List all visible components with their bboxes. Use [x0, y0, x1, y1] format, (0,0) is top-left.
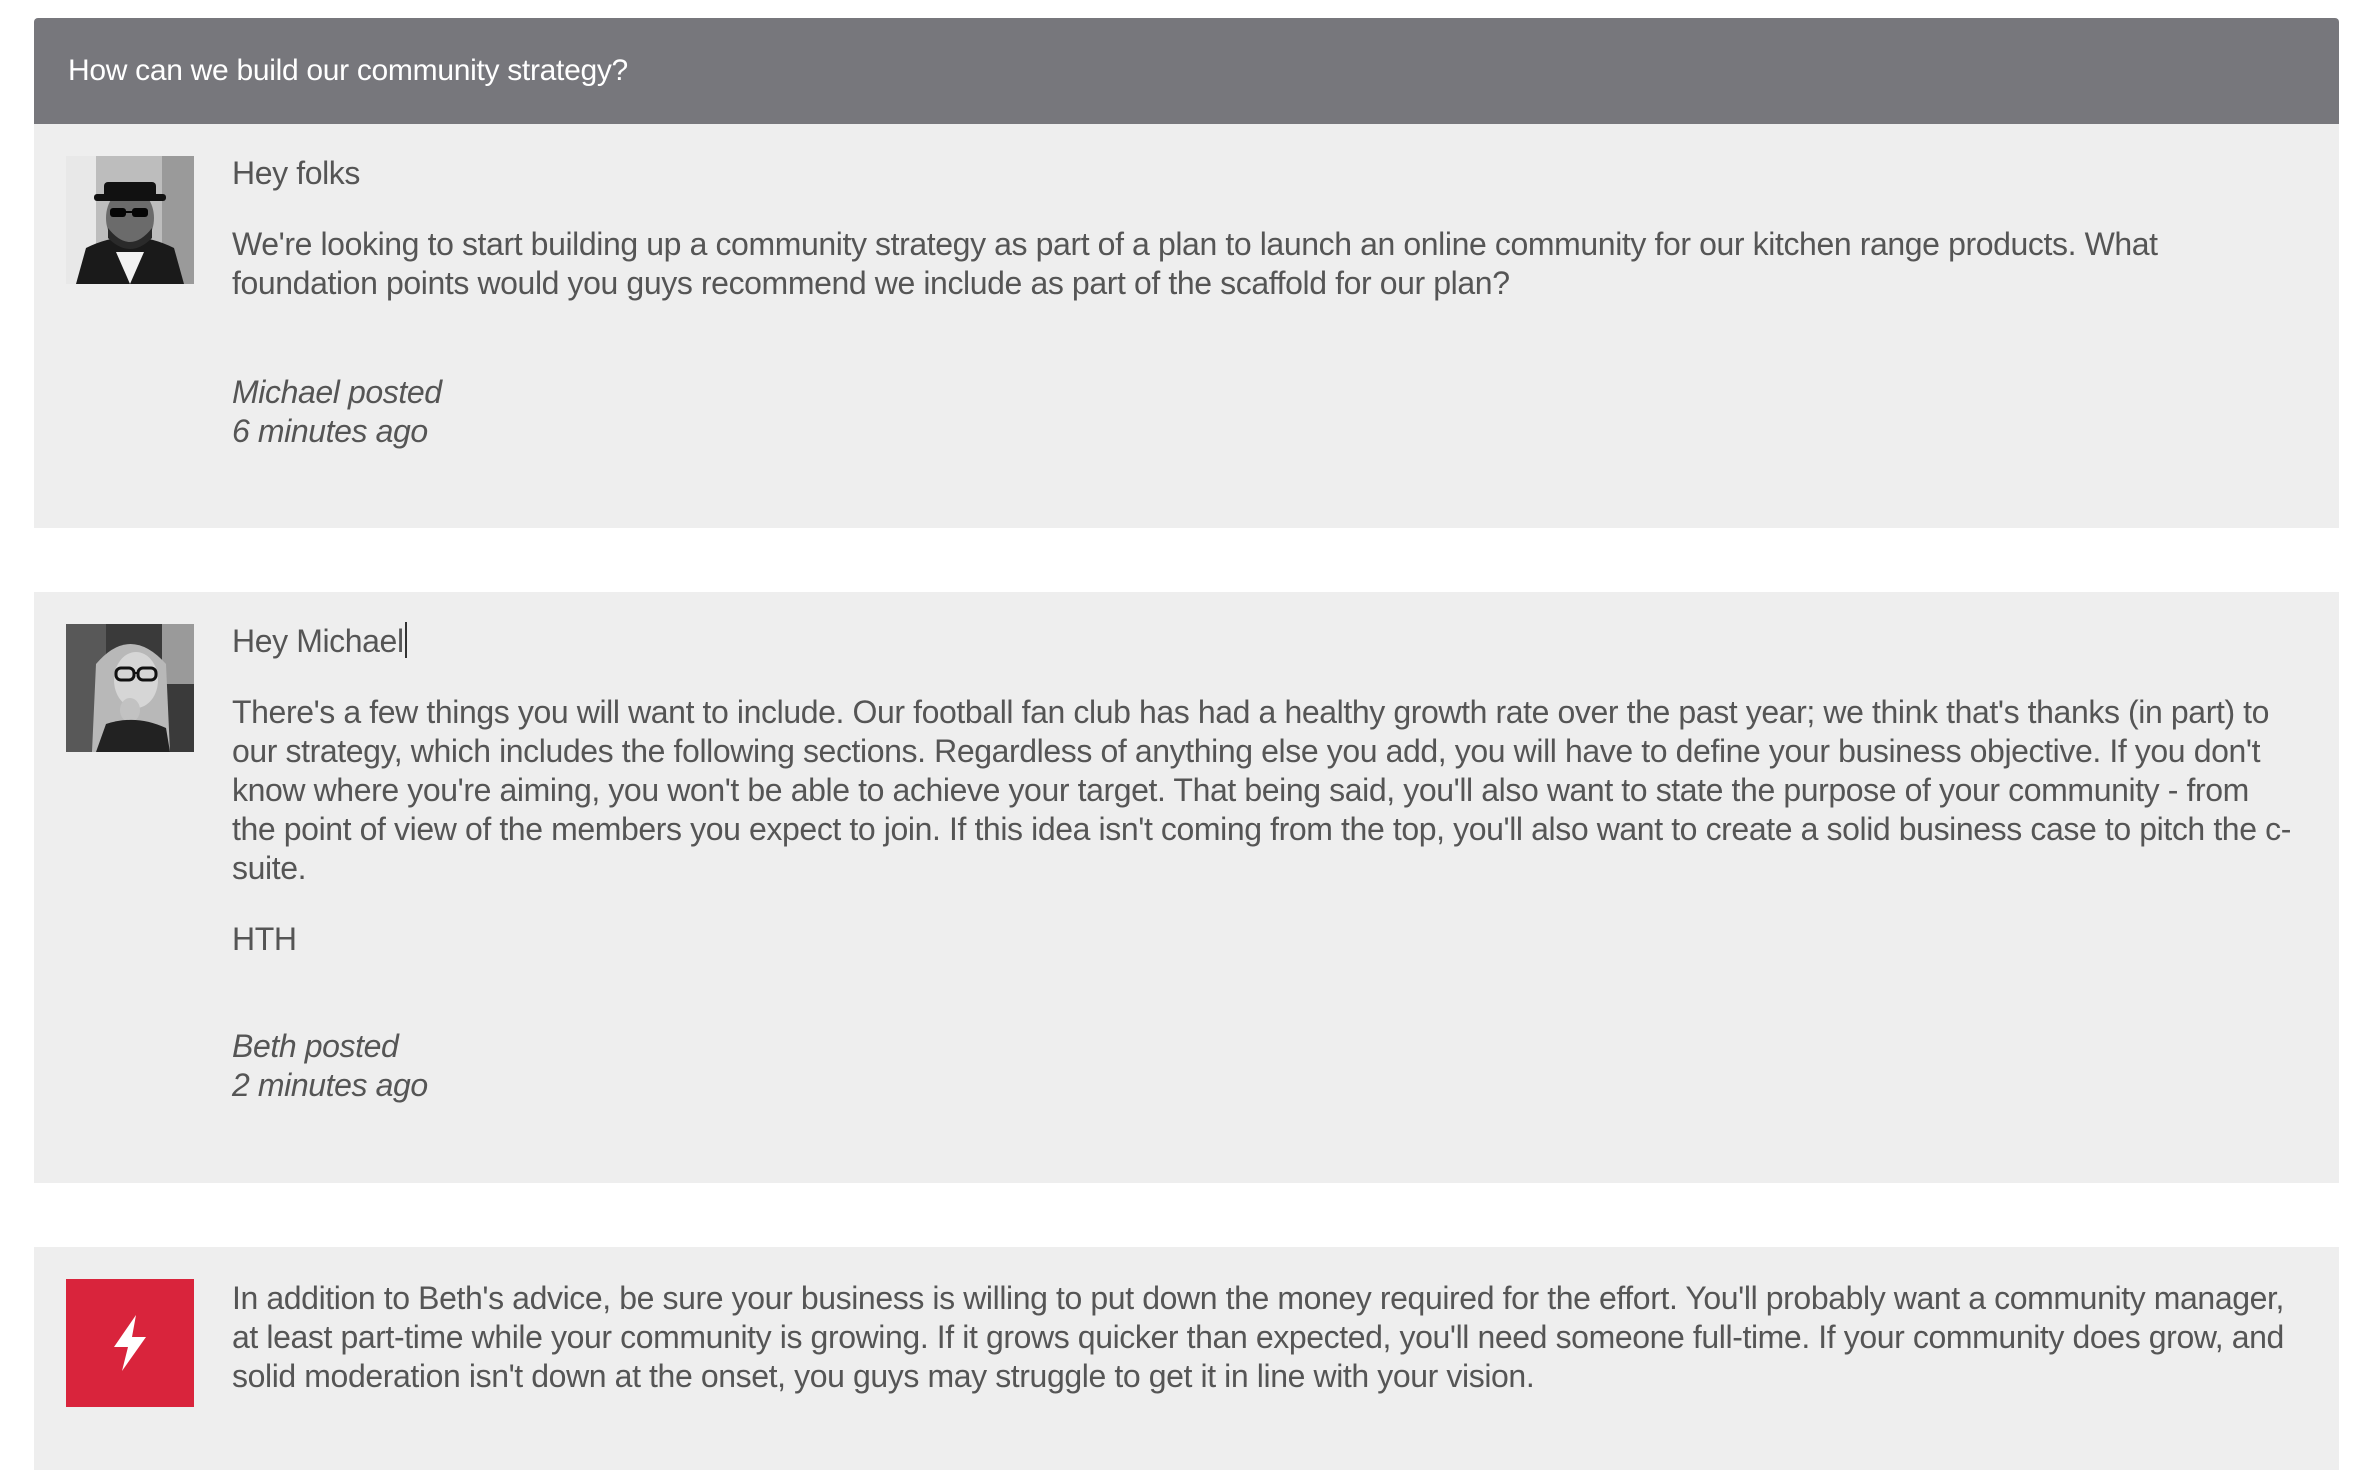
brand-avatar[interactable]: [66, 1279, 194, 1407]
post-author[interactable]: Michael posted: [232, 373, 2292, 412]
post-paragraph: In addition to Beth's advice, be sure yo…: [232, 1280, 2284, 1394]
user-avatar-beth[interactable]: [66, 624, 194, 752]
post-paragraph: We're looking to start building up a com…: [232, 226, 2158, 301]
post-paragraph: HTH: [232, 921, 297, 957]
post-brand: In addition to Beth's advice, be sure yo…: [34, 1247, 2339, 1470]
lightning-bolt-icon: [114, 1315, 146, 1371]
post-timestamp: 6 minutes ago: [232, 413, 428, 449]
text-cursor: [404, 622, 407, 658]
post-body: Hey Michael There's a few things you wil…: [232, 622, 2292, 1105]
post-paragraph: There's a few things you will want to in…: [232, 694, 2291, 886]
post-meta: Michael posted 6 minutes ago: [232, 373, 2292, 451]
user-avatar-michael[interactable]: [66, 156, 194, 284]
post-body: Hey folks We're looking to start buildin…: [232, 154, 2292, 451]
post-body: In addition to Beth's advice, be sure yo…: [232, 1279, 2292, 1396]
thread-title: How can we build our community strategy?: [68, 54, 628, 87]
post-beth: Hey Michael There's a few things you wil…: [34, 592, 2339, 1183]
user-avatar-woman-glasses: [66, 624, 194, 752]
post-greeting: Hey folks: [232, 155, 360, 191]
post-greeting: Hey Michael: [232, 622, 2292, 661]
post-author[interactable]: Beth posted: [232, 1027, 2292, 1066]
user-avatar-man-hat-sunglasses: [66, 156, 194, 284]
post-meta: Beth posted 2 minutes ago: [232, 1027, 2292, 1105]
post-michael: Hey folks We're looking to start buildin…: [34, 124, 2339, 528]
greeting-text: Hey Michael: [232, 623, 404, 659]
thread-header: How can we build our community strategy?: [34, 18, 2339, 124]
post-timestamp: 2 minutes ago: [232, 1067, 428, 1103]
